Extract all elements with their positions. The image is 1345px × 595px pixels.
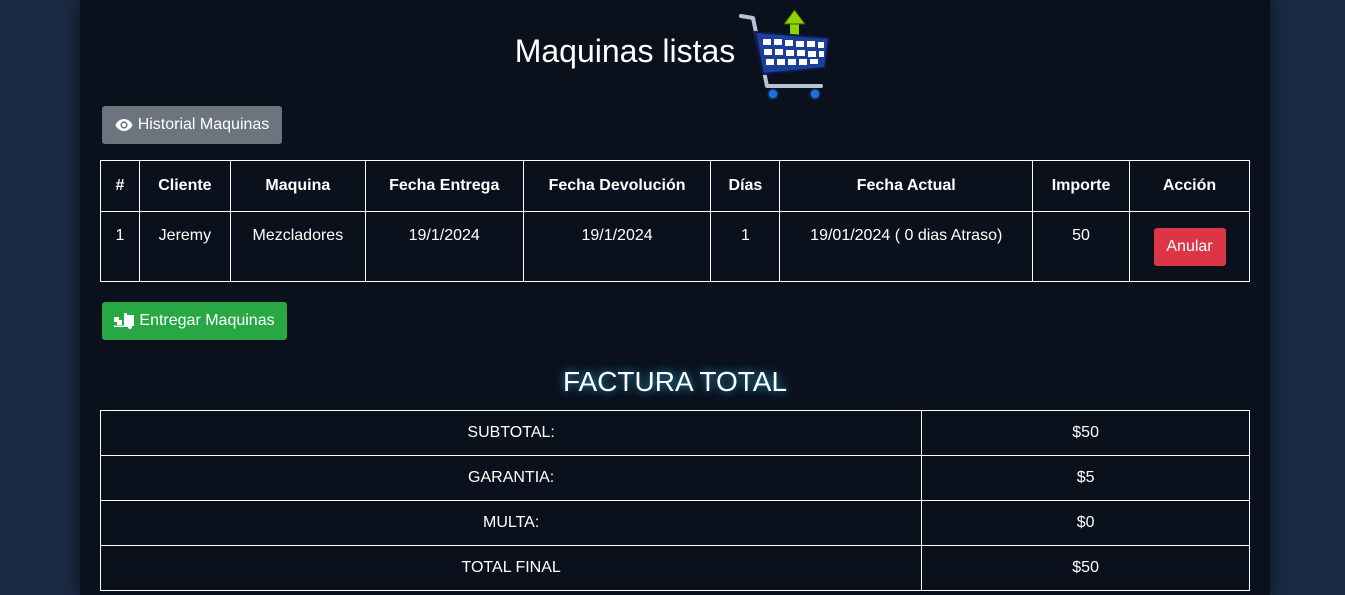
- machines-table: # Cliente Maquina Fecha Entrega Fecha De…: [100, 160, 1250, 282]
- factura-row-garantia: GARANTIA: $5: [99, 455, 1250, 501]
- column-header-fecha-actual: Fecha Actual: [779, 160, 1034, 212]
- cell-fecha-devolucion: 19/1/2024: [522, 211, 712, 282]
- truck-loading-icon: [114, 313, 135, 329]
- table-row: 1 Jeremy Mezcladores 19/1/2024 19/1/2024…: [100, 211, 1250, 282]
- factura-table: SUBTOTAL: $50 GARANTIA: $5 MULTA: $0 TOT…: [99, 410, 1250, 591]
- history-machines-label: Historial Maquinas: [137, 116, 270, 133]
- page-title: Maquinas listas: [514, 32, 736, 69]
- factura-value: $5: [921, 455, 1250, 501]
- column-header-maquina: Maquina: [229, 160, 366, 212]
- eye-icon: [115, 118, 133, 132]
- factura-value: $50: [921, 545, 1250, 591]
- cell-fecha-actual: 19/01/2024 ( 0 dias Atraso): [779, 211, 1034, 282]
- column-header-cliente: Cliente: [138, 160, 231, 212]
- factura-row-total-final: TOTAL FINAL $50: [99, 545, 1250, 591]
- history-machines-button[interactable]: Historial Maquinas: [102, 106, 282, 144]
- factura-row-multa: MULTA: $0: [99, 500, 1250, 546]
- factura-value: $0: [921, 500, 1250, 546]
- column-header-number: #: [100, 160, 140, 212]
- column-header-dias: Días: [710, 160, 781, 212]
- table-header-row: # Cliente Maquina Fecha Entrega Fecha De…: [100, 160, 1250, 212]
- factura-label: SUBTOTAL:: [99, 410, 923, 456]
- factura-value: $50: [921, 410, 1250, 456]
- column-header-fecha-entrega: Fecha Entrega: [364, 160, 524, 212]
- factura-row-subtotal: SUBTOTAL: $50: [99, 410, 1250, 456]
- factura-title: FACTURA TOTAL: [562, 366, 788, 397]
- cell-importe: 50: [1032, 211, 1131, 282]
- column-header-importe: Importe: [1032, 160, 1131, 212]
- anular-button[interactable]: Anular: [1153, 228, 1226, 266]
- cell-cliente: Jeremy: [138, 211, 231, 282]
- cell-maquina: Mezcladores: [229, 211, 366, 282]
- factura-label: MULTA:: [99, 500, 923, 546]
- deliver-machines-label: Entregar Maquinas: [139, 312, 275, 329]
- cell-number: 1: [100, 211, 140, 282]
- column-header-accion: Acción: [1129, 160, 1250, 212]
- page-header: Maquinas listas: [80, 8, 1270, 100]
- deliver-machines-button[interactable]: Entregar Maquinas: [102, 302, 287, 340]
- column-header-fecha-devolucion: Fecha Devolución: [522, 160, 712, 212]
- main-panel: Maquinas listas Historial Maquinas # Cli…: [80, 0, 1270, 595]
- cell-dias: 1: [710, 211, 781, 282]
- factura-label: TOTAL FINAL: [99, 545, 923, 591]
- cell-fecha-entrega: 19/1/2024: [364, 211, 524, 282]
- factura-label: GARANTIA:: [99, 455, 923, 501]
- cell-accion: Anular: [1129, 211, 1250, 282]
- shopping-cart-upload-icon: [739, 8, 835, 100]
